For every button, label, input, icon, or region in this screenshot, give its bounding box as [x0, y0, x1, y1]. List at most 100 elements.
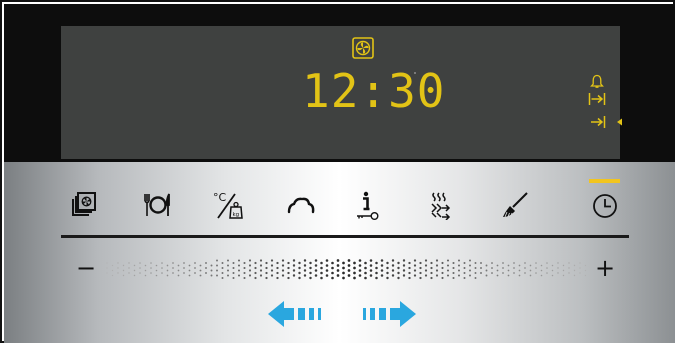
slider-dot: [424, 264, 428, 267]
slider-dot: [237, 259, 241, 262]
slider-dot: [166, 274, 169, 277]
slider-dot: [562, 269, 565, 272]
slider-dot: [320, 266, 323, 270]
slider-dot: [353, 271, 356, 275]
heat-up-steam-button[interactable]: [423, 187, 459, 223]
slider-dot: [413, 269, 417, 272]
info-lock-button[interactable]: [350, 187, 386, 223]
slider-dot: [369, 264, 373, 267]
slider-dot: [540, 264, 543, 267]
svg-text:kg: kg: [233, 212, 240, 218]
meal-programs-button[interactable]: [139, 187, 175, 223]
slider-dot: [413, 274, 417, 277]
slider-dot: [568, 267, 570, 269]
slider-dot: [452, 266, 455, 270]
slider-dot: [485, 269, 488, 272]
slider-dot: [320, 271, 323, 275]
slider-dot: [248, 264, 252, 267]
slider-dot: [568, 262, 570, 264]
slider-dot: [259, 274, 263, 277]
arrow-right-icon[interactable]: [358, 300, 416, 328]
slider-dot: [281, 264, 285, 267]
slider-dot: [128, 262, 130, 264]
info-key-icon: [357, 191, 379, 220]
slider-dot: [507, 264, 510, 267]
clock-button[interactable]: [587, 187, 623, 223]
slider-dot: [474, 267, 477, 269]
slider-dot: [518, 274, 521, 277]
slider-dot: [216, 264, 218, 267]
dotted-slider-track[interactable]: [105, 258, 589, 280]
slider-dot: [435, 269, 439, 272]
slider-dot: [380, 274, 384, 277]
slider-dot: [364, 271, 367, 275]
slider-dot: [106, 267, 108, 269]
slider-dot: [524, 267, 526, 269]
slider-dot: [375, 276, 378, 280]
slider-dot: [402, 259, 406, 262]
slider-dot: [276, 266, 279, 270]
slider-minus-button[interactable]: −: [76, 256, 96, 280]
slider-dot: [117, 272, 119, 274]
slider-dot: [573, 269, 576, 272]
slider-dot: [452, 271, 455, 275]
cloud-icon: [287, 197, 315, 214]
slider-dot: [205, 267, 207, 269]
slider-dot: [287, 261, 290, 265]
slider-dot: [397, 261, 400, 265]
slider-dot: [265, 271, 268, 275]
slider-dot: [248, 269, 252, 272]
slider-dot: [248, 259, 252, 262]
slider-dot: [480, 267, 482, 269]
slider-dot: [480, 272, 482, 274]
slider-dot: [183, 267, 185, 269]
slider-dot: [314, 274, 318, 277]
cleaning-button[interactable]: [497, 187, 533, 223]
slider-dot: [292, 264, 296, 267]
slider-dot: [496, 264, 499, 267]
slider-dot: [122, 269, 125, 272]
slider-dot: [281, 269, 285, 272]
slider-dot: [254, 266, 257, 270]
slider-dot: [216, 274, 218, 277]
slider-dot: [303, 264, 307, 267]
slider-dot: [314, 264, 318, 267]
slider-dot: [446, 259, 450, 262]
small-arrow-left-icon: [617, 118, 622, 126]
slider-dot: [194, 267, 196, 269]
rapid-heat-button[interactable]: [283, 187, 319, 223]
arrow-left-icon[interactable]: [268, 300, 326, 328]
slider-dot: [573, 274, 576, 277]
slider-dot: [133, 269, 136, 272]
slider-dot: [518, 264, 521, 267]
slider-dot: [584, 264, 587, 267]
slider-dot: [347, 264, 351, 267]
slider-dot: [270, 269, 274, 272]
slider-dot: [419, 261, 422, 265]
slider-dot: [419, 271, 422, 275]
fan-functions-button[interactable]: [67, 187, 103, 223]
slider-dot: [259, 264, 263, 267]
slider-dot: [331, 271, 334, 275]
slider-dot: [513, 262, 515, 264]
slider-dot: [117, 267, 119, 269]
slider-dot: [188, 274, 191, 277]
slider-dot: [353, 261, 356, 265]
slider-dot: [216, 269, 218, 272]
slider-dot: [347, 259, 351, 262]
slider-dot: [480, 262, 482, 264]
slider-dot: [364, 261, 367, 265]
slider-dot: [408, 261, 411, 265]
slider-dot: [413, 264, 417, 267]
plate-cutlery-icon: [144, 193, 170, 216]
temperature-weight-button[interactable]: °C kg: [210, 187, 246, 223]
slider-dot: [320, 261, 323, 265]
slider-dot: [529, 274, 532, 277]
slider-dot: [309, 266, 312, 270]
slider-plus-button[interactable]: +: [595, 256, 615, 280]
slider-dot: [535, 267, 537, 269]
slider-dot: [413, 259, 417, 262]
slider-dot: [446, 269, 450, 272]
slider-dot: [128, 272, 130, 274]
slider-dot: [419, 266, 422, 270]
